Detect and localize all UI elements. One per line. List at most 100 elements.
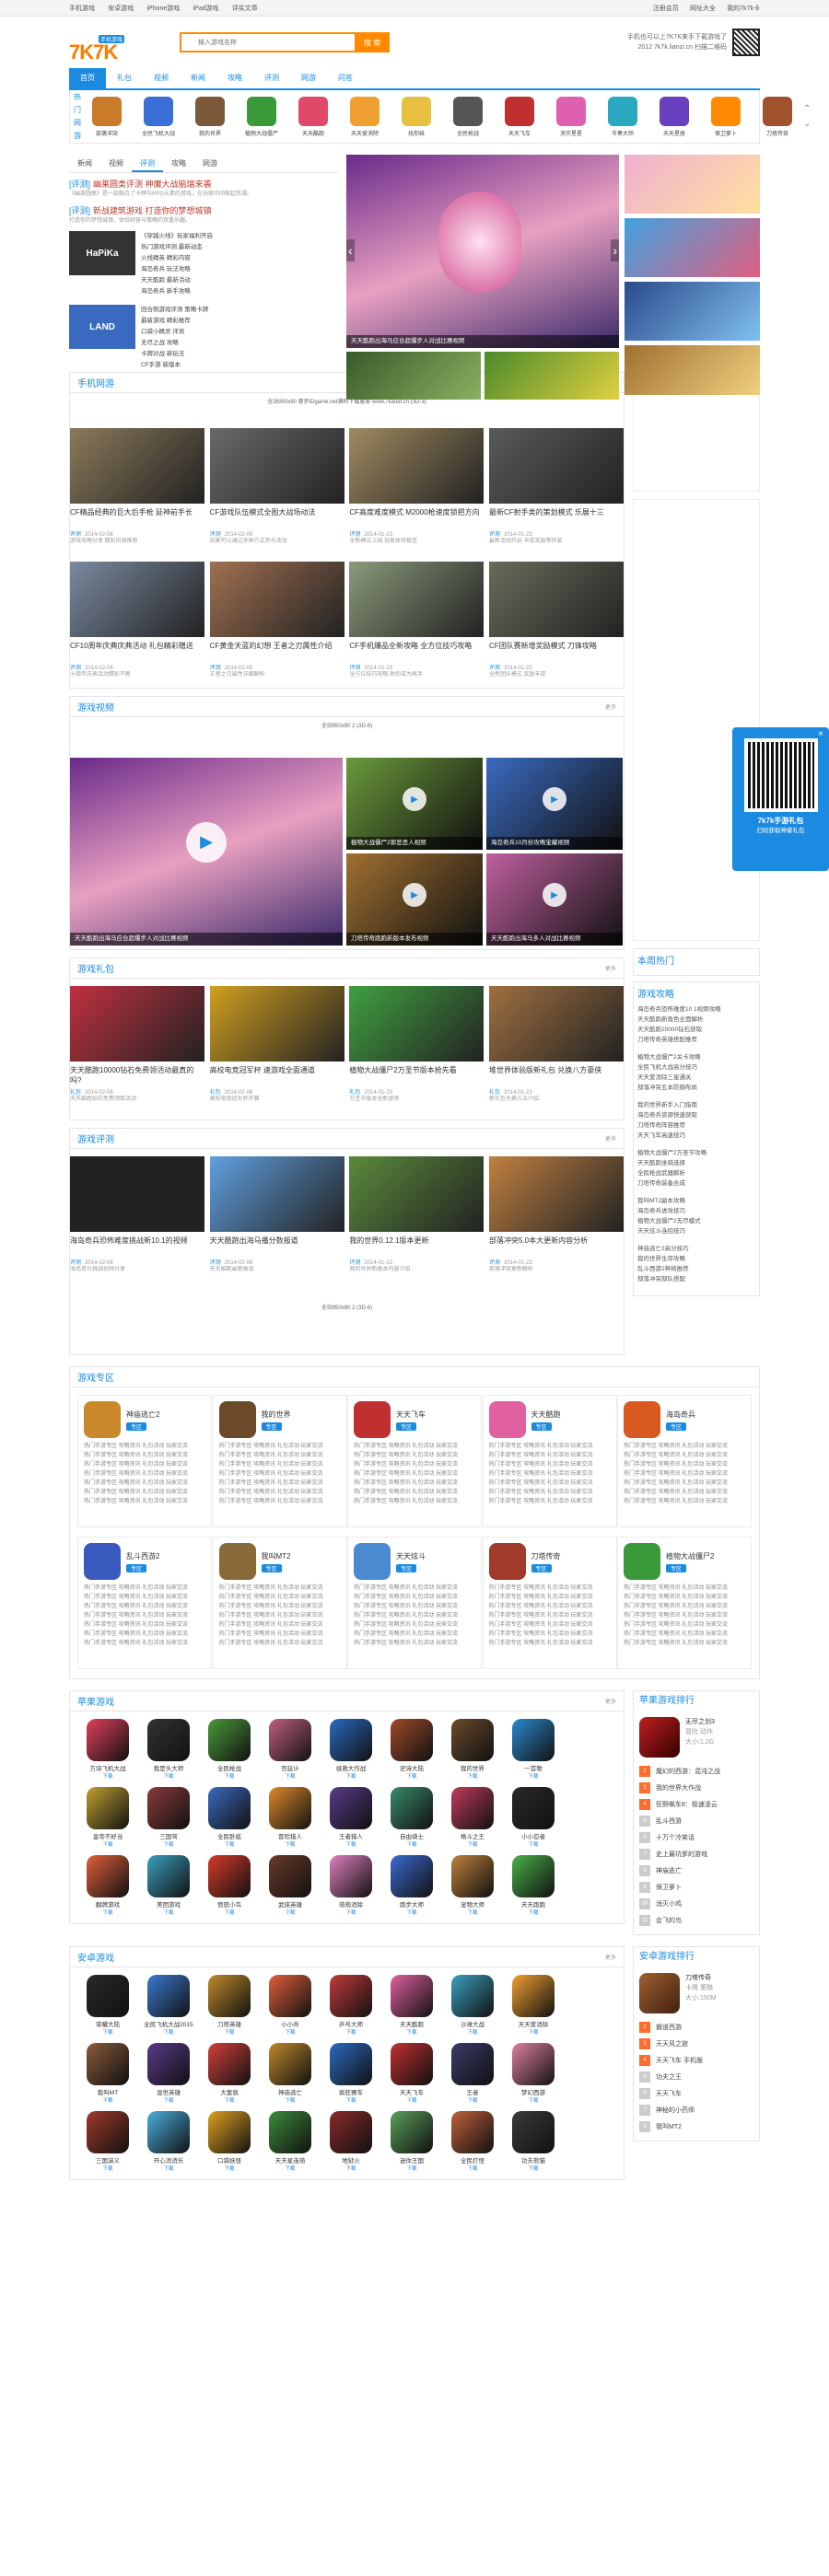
rank-item[interactable]: 3 天天风之旅 bbox=[639, 2036, 753, 2052]
zone-desc-line[interactable]: 热门手游专区 攻略资讯 礼包活动 玩家交流 bbox=[489, 1620, 611, 1630]
more-link[interactable]: 更多 bbox=[605, 964, 616, 972]
game-icon[interactable] bbox=[391, 1975, 433, 2017]
more-link[interactable]: 更多 bbox=[605, 702, 616, 711]
download-link[interactable]: 下载 bbox=[503, 1772, 564, 1780]
search-input[interactable] bbox=[180, 32, 355, 52]
game-tile[interactable]: 沙滩大战 下载 bbox=[442, 1975, 503, 2036]
download-link[interactable]: 下载 bbox=[138, 2164, 199, 2172]
game-tile[interactable]: 小小兵 下载 bbox=[260, 1975, 321, 2036]
zone-desc-line[interactable]: 热门手游专区 攻略资讯 礼包活动 玩家交流 bbox=[489, 1469, 611, 1479]
game-icon[interactable] bbox=[269, 1855, 311, 1897]
strategy-link[interactable]: 植物大战僵尸2无尽模式 bbox=[637, 1216, 755, 1226]
strategy-link[interactable]: 天天爱消除三星通关 bbox=[637, 1073, 755, 1083]
download-link[interactable]: 下载 bbox=[442, 2164, 503, 2172]
game-tile[interactable]: 三国演义 下载 bbox=[77, 2111, 138, 2172]
article-card[interactable]: 高校电竞冠军杯 速游戏全面通道 礼包 2014-02-06 高校电竞冠军杯开赛 bbox=[209, 986, 344, 1112]
zone-desc-line[interactable]: 热门手游专区 攻略资讯 礼包活动 玩家交流 bbox=[354, 1584, 475, 1593]
game-tile[interactable]: 天天飞车 下载 bbox=[381, 2043, 442, 2104]
article-image[interactable] bbox=[70, 428, 204, 504]
arrow-left-icon[interactable]: ‹ bbox=[346, 239, 355, 261]
article-title[interactable]: 天天酷跑出海马播分数报道 bbox=[210, 1236, 344, 1256]
zone-desc-line[interactable]: 热门手游专区 攻略资讯 礼包活动 玩家交流 bbox=[354, 1611, 475, 1620]
zone-badge[interactable]: 专区 bbox=[261, 1421, 282, 1431]
article-title[interactable]: 堆世界体验版新礼包 兑换八方豪侠 bbox=[489, 1065, 624, 1085]
game-icon[interactable] bbox=[269, 2111, 311, 2153]
game-shortcut[interactable]: 节奏大师 bbox=[597, 96, 648, 137]
game-shortcut[interactable]: 找你妹 bbox=[391, 96, 442, 137]
game-icon[interactable] bbox=[512, 1975, 555, 2017]
article-image[interactable] bbox=[209, 428, 344, 504]
zone-badge[interactable]: 专区 bbox=[396, 1421, 417, 1431]
apple-rank-top[interactable]: 无尽之剑3 冒险 动作 大小:1.2G bbox=[639, 1712, 753, 1763]
news-tab[interactable]: 评测 bbox=[132, 155, 163, 172]
zone-desc-line[interactable]: 热门手游专区 攻略资讯 礼包活动 玩家交流 bbox=[489, 1611, 611, 1620]
download-link[interactable]: 下载 bbox=[503, 2096, 564, 2104]
zone-desc-line[interactable]: 热门手游专区 攻略资讯 礼包活动 玩家交流 bbox=[624, 1620, 745, 1630]
zone-desc-line[interactable]: 热门手游专区 攻略资讯 礼包活动 玩家交流 bbox=[624, 1497, 745, 1506]
news-tab[interactable]: 网游 bbox=[194, 155, 226, 172]
article-image[interactable] bbox=[349, 562, 485, 637]
search-button[interactable]: 搜 索 bbox=[355, 32, 390, 52]
download-link[interactable]: 下载 bbox=[321, 2028, 381, 2036]
zone-desc-line[interactable]: 热门手游专区 攻略资讯 礼包活动 玩家交流 bbox=[219, 1611, 341, 1620]
zone-game-name[interactable]: 我的世界 bbox=[262, 1410, 291, 1420]
rank-name[interactable]: 功夫之王 bbox=[656, 2072, 682, 2082]
rank-name[interactable]: 我叫MT2 bbox=[656, 2122, 682, 2131]
zone-game-name[interactable]: 刀塔传奇 bbox=[531, 1551, 561, 1561]
zone-desc-line[interactable]: 热门手游专区 攻略资讯 礼包活动 玩家交流 bbox=[489, 1479, 611, 1488]
strategy-link[interactable]: 我叫MT2副本攻略 bbox=[637, 1196, 755, 1206]
news-link[interactable]: 海岛奇兵 玩法攻略 bbox=[141, 264, 213, 275]
game-tile[interactable]: 开心消消乐 下载 bbox=[138, 2111, 199, 2172]
download-link[interactable]: 下载 bbox=[442, 2028, 503, 2036]
news-link[interactable]: 海岛奇兵 新手攻略 bbox=[141, 286, 213, 297]
zone-desc-line[interactable]: 热门手游专区 攻略资讯 礼包活动 玩家交流 bbox=[354, 1451, 475, 1460]
game-icon[interactable] bbox=[330, 1975, 372, 2017]
rank-item[interactable]: 6 十万个冷笑话 bbox=[639, 1829, 753, 1846]
zone-badge[interactable]: 专区 bbox=[666, 1563, 687, 1572]
game-icon[interactable] bbox=[391, 2111, 433, 2153]
zone-desc-line[interactable]: 热门手游专区 攻略资讯 礼包活动 玩家交流 bbox=[489, 1442, 611, 1451]
zone-badge[interactable]: 专区 bbox=[126, 1563, 147, 1572]
nav-item[interactable]: 问答 bbox=[327, 68, 364, 88]
article-card[interactable]: CF高度难度模式 M2000枪速度锁把方向 评测 2014-01-23 全新模式上线 … bbox=[349, 428, 485, 554]
game-tile[interactable]: 天天星连萌 下载 bbox=[260, 2111, 321, 2172]
game-tile[interactable]: 自由骑士 下载 bbox=[381, 1787, 442, 1848]
game-tile[interactable]: 美团游戏 下载 bbox=[138, 1855, 199, 1916]
game-icon[interactable] bbox=[87, 1975, 129, 2017]
zone-desc-line[interactable]: 热门手游专区 攻略资讯 礼包活动 玩家交流 bbox=[84, 1442, 205, 1451]
zone-game-name[interactable]: 天天飞车 bbox=[396, 1410, 426, 1420]
game-icon[interactable] bbox=[269, 1719, 311, 1761]
zone-badge[interactable]: 专区 bbox=[666, 1421, 687, 1431]
article-card[interactable]: 海岛奇兵恐怖难度挑战新10.1的视频 评测 2014-02-06 海岛奇兵挑战视频分享 bbox=[70, 1156, 204, 1282]
download-link[interactable]: 下载 bbox=[381, 2096, 442, 2104]
more-link[interactable]: 更多 bbox=[605, 1134, 616, 1143]
game-shortcut[interactable]: 天天爱消除 bbox=[339, 96, 391, 137]
strategy-link[interactable]: 天天炫斗连招技巧 bbox=[637, 1226, 755, 1236]
strategy-link[interactable]: 全民枪战武器解析 bbox=[637, 1168, 755, 1178]
strategy-link[interactable]: 部落冲突部队搭配 bbox=[637, 1274, 755, 1284]
zone-desc-line[interactable]: 热门手游专区 攻略资讯 礼包活动 玩家交流 bbox=[624, 1460, 745, 1469]
game-tile[interactable]: 宫廷计 下载 bbox=[260, 1719, 321, 1780]
article-image[interactable] bbox=[349, 986, 485, 1062]
topbar-link[interactable]: 评实文章 bbox=[232, 6, 258, 12]
zone-desc-line[interactable]: 热门手游专区 攻略资讯 礼包活动 玩家交流 bbox=[219, 1479, 341, 1488]
zone-desc-line[interactable]: 热门手游专区 攻略资讯 礼包活动 玩家交流 bbox=[489, 1488, 611, 1497]
zone-desc-line[interactable]: 热门手游专区 攻略资讯 礼包活动 玩家交流 bbox=[84, 1451, 205, 1460]
game-tile[interactable]: 梦幻西游 下载 bbox=[503, 2043, 564, 2104]
article-card[interactable]: 植物大战僵尸2万圣节版本抢先看 礼包 2014-01-23 万圣节版本全新登场 bbox=[349, 986, 485, 1112]
news-tab[interactable]: 新闻 bbox=[69, 155, 100, 172]
game-icon[interactable] bbox=[218, 1401, 256, 1438]
article-image[interactable] bbox=[488, 562, 624, 637]
download-link[interactable]: 下载 bbox=[260, 2096, 321, 2104]
article-card[interactable]: 堆世界体验版新礼包 兑换八方豪侠 礼包 2014-01-23 新礼包兑换方法介绍 bbox=[488, 986, 624, 1112]
arrow-up-icon[interactable]: ⌃ bbox=[803, 102, 811, 117]
game-tile[interactable]: 武侠英雄 下载 bbox=[260, 1855, 321, 1916]
game-icon[interactable] bbox=[451, 2111, 494, 2153]
article-image[interactable] bbox=[70, 562, 204, 637]
game-tile[interactable]: 混世英雄 下载 bbox=[138, 2043, 199, 2104]
zone-desc-line[interactable]: 热门手游专区 攻略资讯 礼包活动 玩家交流 bbox=[219, 1497, 341, 1506]
article-title[interactable]: CF高度难度模式 M2000枪速度锁把方向 bbox=[349, 507, 484, 528]
topbar-link[interactable]: 安卓游戏 bbox=[108, 6, 134, 12]
zone-game-name[interactable]: 海岛奇兵 bbox=[666, 1410, 695, 1420]
video-thumb[interactable]: ▶ 刀塔传奇跑跑新版本发布视频 bbox=[346, 853, 483, 946]
